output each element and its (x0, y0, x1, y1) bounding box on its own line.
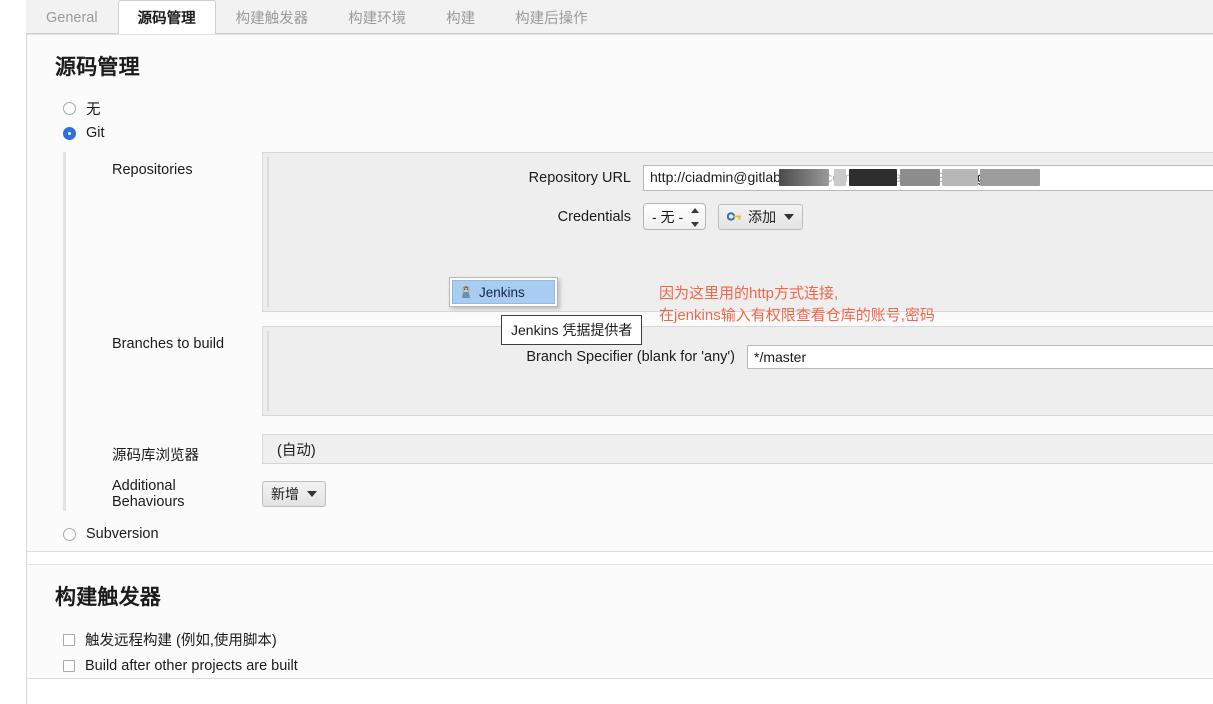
repositories-label: Repositories (112, 162, 193, 178)
annotation-note: 因为这里用的http方式连接, 在jenkins输入有权限查看仓库的账号,密码 (659, 283, 935, 327)
key-icon (727, 210, 742, 223)
repository-url-input[interactable]: http://ciadmin@gitlabejiefiFi.com/:.ngzh… (643, 165, 1213, 191)
add-credentials-label: 添加 (748, 208, 777, 225)
credentials-row: Credentials - 无 - 添加 (263, 197, 1213, 236)
scm-option-none[interactable]: 无 (27, 95, 1213, 122)
repository-browser-select[interactable]: (自动) (262, 434, 1213, 464)
tab-build[interactable]: 构建 (426, 0, 495, 34)
scm-option-git-label: Git (86, 125, 105, 141)
redaction-block (834, 169, 846, 186)
triggers-section-title: 构建触发器 (55, 586, 161, 609)
panel-rule (267, 157, 269, 307)
tab-general[interactable]: General (26, 0, 118, 34)
tab-build-environment[interactable]: 构建环境 (328, 0, 426, 34)
redaction-block (980, 169, 1040, 186)
redaction-block (900, 169, 940, 186)
scm-option-none-label: 无 (86, 102, 101, 118)
tab-build-triggers[interactable]: 构建触发器 (216, 0, 329, 34)
radio-none[interactable] (63, 102, 76, 115)
checkbox-after-other-projects[interactable] (63, 660, 75, 672)
tab-list: General 源码管理 构建触发器 构建环境 构建 构建后操作 (26, 0, 608, 35)
scm-section-title: 源码管理 (55, 56, 140, 79)
radio-subversion[interactable] (63, 527, 76, 541)
credentials-provider-dropdown[interactable]: Jenkins (449, 277, 558, 307)
redaction-block (779, 169, 829, 186)
repository-browser-value: (自动) (277, 442, 316, 459)
branches-label: Branches to build (112, 336, 225, 352)
tab-post-build-actions[interactable]: 构建后操作 (495, 0, 608, 34)
scm-option-subversion[interactable]: Subversion (27, 523, 1213, 545)
checkbox-remote-build[interactable] (63, 633, 75, 646)
config-tabbar: General 源码管理 构建触发器 构建环境 构建 构建后操作 (0, 0, 1213, 35)
add-behaviour-button[interactable]: 新增 (262, 481, 326, 507)
trigger-after-other-projects[interactable]: Build after other projects are built (27, 654, 1213, 678)
branch-specifier-row: Branch Specifier (blank for 'any') (263, 327, 1213, 375)
repository-url-label: Repository URL (528, 170, 631, 186)
section-source-code-management: 源码管理 无 Git Repositories Repository URL h… (27, 34, 1213, 552)
redaction-block (849, 169, 897, 186)
redaction-block (942, 169, 978, 186)
scm-option-git[interactable]: Git (27, 122, 1213, 144)
add-behaviour-label: 新增 (271, 486, 299, 502)
annotation-line-1: 因为这里用的http方式连接, (659, 285, 839, 302)
repository-browser-row: 源码库浏览器 (自动) (66, 434, 1213, 465)
tab-source-code-management[interactable]: 源码管理 (117, 0, 216, 35)
config-page-body: 源码管理 无 Git Repositories Repository URL h… (26, 34, 1213, 704)
jenkins-job-config-page: General 源码管理 构建触发器 构建环境 构建 构建后操作 源码管理 无 … (0, 0, 1213, 704)
panel-rule (267, 331, 269, 411)
dropdown-item-jenkins[interactable]: Jenkins (452, 280, 555, 304)
credentials-provider-tooltip: Jenkins 凭据提供者 (501, 315, 643, 345)
additional-behaviours-label: Additional Behaviours (112, 478, 185, 510)
section-gap (27, 552, 1213, 564)
scm-option-subversion-label: Subversion (86, 526, 159, 542)
branch-specifier-label: Branch Specifier (blank for 'any') (526, 349, 735, 365)
trigger-remote-build-label: 触发远程构建 (例如,使用脚本) (85, 633, 277, 649)
annotation-line-2: 在jenkins输入有权限查看仓库的账号,密码 (659, 307, 935, 324)
branch-specifier-input[interactable] (747, 345, 1213, 369)
radio-git[interactable] (63, 126, 76, 140)
credentials-select-value: - 无 - (652, 208, 684, 225)
additional-behaviours-row: Additional Behaviours 新增 (66, 477, 1213, 511)
caret-down-icon (307, 491, 317, 497)
credentials-select[interactable]: - 无 - (643, 203, 707, 230)
tabbar-left-margin (0, 0, 26, 34)
trigger-after-other-projects-label: Build after other projects are built (85, 658, 298, 674)
caret-down-icon (784, 213, 795, 220)
dropdown-item-jenkins-label: Jenkins (479, 284, 525, 300)
add-credentials-button[interactable]: 添加 (718, 203, 804, 230)
trigger-remote-build[interactable]: 触发远程构建 (例如,使用脚本) (27, 625, 1213, 654)
repository-browser-label: 源码库浏览器 (112, 448, 199, 464)
repositories-row: Repositories Repository URL http://ciadm… (66, 152, 1213, 312)
credentials-label: Credentials (557, 208, 631, 225)
repository-url-row: Repository URL http://ciadmin@gitlabejie… (263, 153, 1213, 197)
branches-panel: Branch Specifier (blank for 'any') (262, 326, 1213, 416)
select-arrows-icon (690, 208, 699, 227)
jenkins-butler-icon (459, 285, 473, 299)
section-build-triggers: 构建触发器 触发远程构建 (例如,使用脚本) Build after other… (27, 564, 1213, 679)
